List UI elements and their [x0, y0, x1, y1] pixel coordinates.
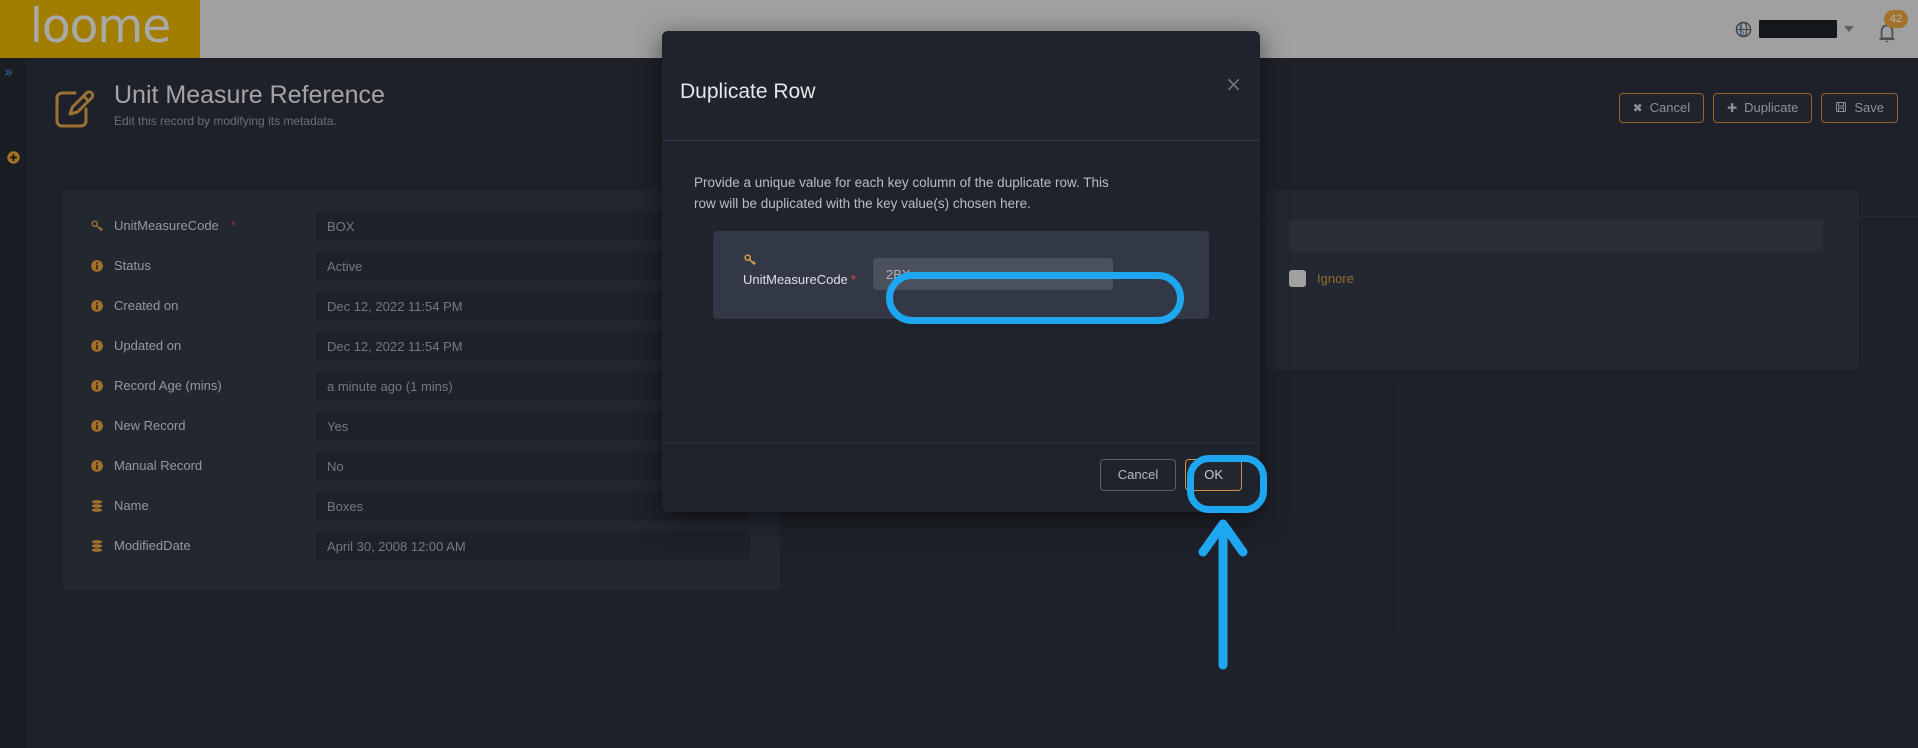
key-field-label-group: UnitMeasureCode * — [743, 253, 873, 288]
key-icon — [744, 254, 756, 266]
key-value-input[interactable] — [873, 258, 1113, 290]
modal-ok-button[interactable]: OK — [1185, 459, 1242, 491]
close-icon[interactable]: × — [1225, 74, 1242, 94]
modal-footer-buttons: Cancel OK — [1099, 459, 1242, 491]
required-marker: * — [850, 272, 856, 287]
key-field-label: UnitMeasureCode * — [743, 272, 873, 288]
modal-cancel-button[interactable]: Cancel — [1099, 459, 1177, 491]
modal-header: Duplicate Row × — [662, 31, 1260, 141]
modal-footer: Cancel OK — [662, 442, 1260, 512]
app-root: loome 42 » Unit Measure Reference Edit t… — [0, 0, 1918, 748]
modal-body: Provide a unique value for each key colu… — [662, 141, 1260, 441]
modal-title: Duplicate Row — [680, 80, 816, 103]
key-column-card: UnitMeasureCode * — [713, 231, 1209, 319]
key-field-label-text: UnitMeasureCode — [743, 272, 848, 287]
duplicate-row-modal: Duplicate Row × Provide a unique value f… — [662, 31, 1260, 512]
modal-description: Provide a unique value for each key colu… — [694, 175, 1109, 211]
